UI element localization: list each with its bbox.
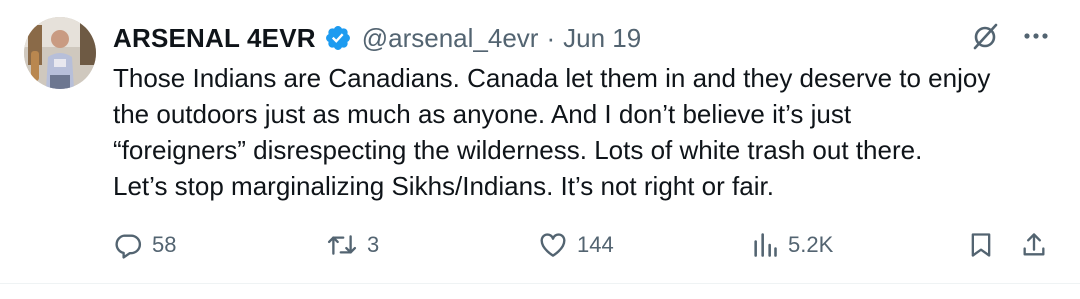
reply-button[interactable]: 58 [113, 225, 176, 265]
view-count: 5.2K [788, 232, 834, 257]
like-count: 144 [577, 232, 614, 257]
share-button[interactable] [1020, 225, 1048, 265]
tweet-text: Those Indians are Canadians. Canada let … [113, 60, 1048, 204]
action-bar: 58 3 144 5.2K [113, 225, 1053, 265]
share-icon [1020, 230, 1048, 260]
grok-icon[interactable] [970, 21, 1000, 56]
repost-count: 3 [367, 232, 380, 257]
tweet-text-line: the outdoors just as much as anyone. And… [113, 99, 852, 129]
display-name[interactable]: ARSENAL 4EVR [113, 23, 316, 54]
heart-icon [538, 230, 568, 260]
repost-button[interactable]: 3 [326, 225, 379, 265]
divider [0, 283, 1080, 284]
reply-icon [113, 230, 143, 260]
avatar[interactable] [24, 17, 96, 89]
views-icon [751, 230, 779, 260]
reply-count: 58 [152, 232, 177, 257]
bookmark-button[interactable] [967, 225, 995, 265]
tweet-text-line: Those Indians are Canadians. Canada let … [113, 63, 991, 93]
verified-badge-icon[interactable] [324, 24, 352, 52]
views-button[interactable]: 5.2K [751, 225, 833, 265]
avatar-photo [24, 17, 96, 89]
more-icon[interactable] [1022, 22, 1050, 55]
like-button[interactable]: 144 [538, 225, 614, 265]
top-actions [970, 18, 1050, 58]
separator-dot: · [546, 22, 556, 53]
tweet-header: ARSENAL 4EVR @arsenal_4evr · Jun 19 [113, 18, 641, 58]
tweet-text-line: “foreigners” disrespecting the wildernes… [113, 135, 923, 165]
author-handle[interactable]: @arsenal_4evr [362, 23, 539, 54]
tweet-date[interactable]: Jun 19 [563, 23, 641, 54]
repost-icon [326, 230, 358, 260]
tweet-text-line: Let’s stop marginalizing Sikhs/Indians. … [113, 171, 774, 201]
bookmark-icon [967, 230, 995, 260]
tweet-card[interactable]: ARSENAL 4EVR @arsenal_4evr · Jun 19 Thos… [0, 0, 1080, 299]
